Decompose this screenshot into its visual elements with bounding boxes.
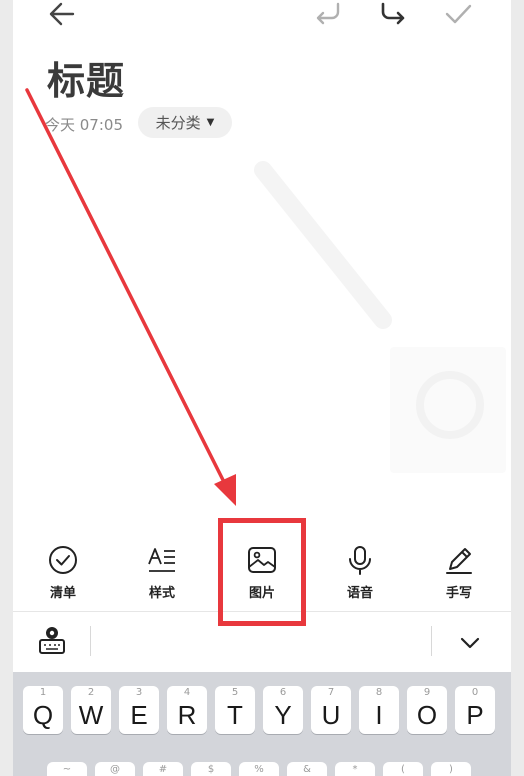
keyboard-settings-icon xyxy=(39,627,65,654)
key-p[interactable]: 0P xyxy=(455,686,495,734)
key-r[interactable]: 4R xyxy=(167,686,207,734)
key-u[interactable]: 7U xyxy=(311,686,351,734)
divider xyxy=(431,626,432,656)
handwriting-button[interactable]: 手写 xyxy=(419,540,499,608)
key-f[interactable]: $ xyxy=(191,762,231,776)
checklist-icon xyxy=(49,546,77,574)
watermark-decoration xyxy=(390,347,506,473)
key-j[interactable]: * xyxy=(335,762,375,776)
key-k[interactable]: ( xyxy=(383,762,423,776)
key-h[interactable]: & xyxy=(287,762,327,776)
key-s[interactable]: @ xyxy=(95,762,135,776)
highlight-box xyxy=(218,518,306,626)
category-dropdown[interactable]: 未分类 ▼ xyxy=(138,107,232,138)
confirm-button[interactable] xyxy=(438,0,478,34)
key-y[interactable]: 6Y xyxy=(263,686,303,734)
checklist-button[interactable]: 清单 xyxy=(23,540,103,608)
pen-icon xyxy=(446,548,472,574)
note-title[interactable]: 标题 xyxy=(47,50,125,105)
key-i[interactable]: 8I xyxy=(359,686,399,734)
voice-label: 语音 xyxy=(346,586,373,601)
soft-keyboard: 1Q 2W 3E 4R 5T 6Y 7U 8I 9O 0P ~ @ # $ % … xyxy=(13,672,511,776)
text-style-icon xyxy=(148,548,175,572)
undo-button[interactable] xyxy=(308,0,348,34)
checklist-label: 清单 xyxy=(49,586,76,601)
check-icon xyxy=(445,4,472,24)
handwriting-label: 手写 xyxy=(445,586,472,601)
category-label: 未分类 xyxy=(155,114,201,132)
arrow-left-icon xyxy=(49,2,75,26)
text-style-label: 样式 xyxy=(148,586,175,601)
key-a[interactable]: ~ xyxy=(47,762,87,776)
microphone-icon xyxy=(349,546,371,575)
key-e[interactable]: 3E xyxy=(119,686,159,734)
key-g[interactable]: % xyxy=(239,762,279,776)
undo-icon xyxy=(316,2,340,25)
notes-editor-screen: 标题 今天 07:05 未分类 ▼ 清单 样式 图片 语音 手写 1 Q 2 W… xyxy=(13,0,511,776)
caret-down-icon: ▼ xyxy=(206,117,215,128)
divider xyxy=(90,626,91,656)
keyboard-settings-button[interactable] xyxy=(37,624,67,656)
chevron-down-icon xyxy=(460,637,480,649)
collapse-keyboard-button[interactable] xyxy=(459,632,481,654)
note-timestamp: 今天 07:05 xyxy=(45,116,123,134)
text-style-button[interactable]: 样式 xyxy=(122,540,202,608)
redo-icon xyxy=(381,2,405,25)
voice-button[interactable]: 语音 xyxy=(320,540,400,608)
key-d[interactable]: # xyxy=(143,762,183,776)
key-q[interactable]: 1Q xyxy=(23,686,63,734)
key-t[interactable]: 5T xyxy=(215,686,255,734)
back-button[interactable] xyxy=(43,0,83,34)
key-l[interactable]: ) xyxy=(431,762,471,776)
key-o[interactable]: 9O xyxy=(407,686,447,734)
redo-button[interactable] xyxy=(373,0,413,34)
watermark-decoration xyxy=(254,161,392,329)
key-w[interactable]: 2W xyxy=(71,686,111,734)
